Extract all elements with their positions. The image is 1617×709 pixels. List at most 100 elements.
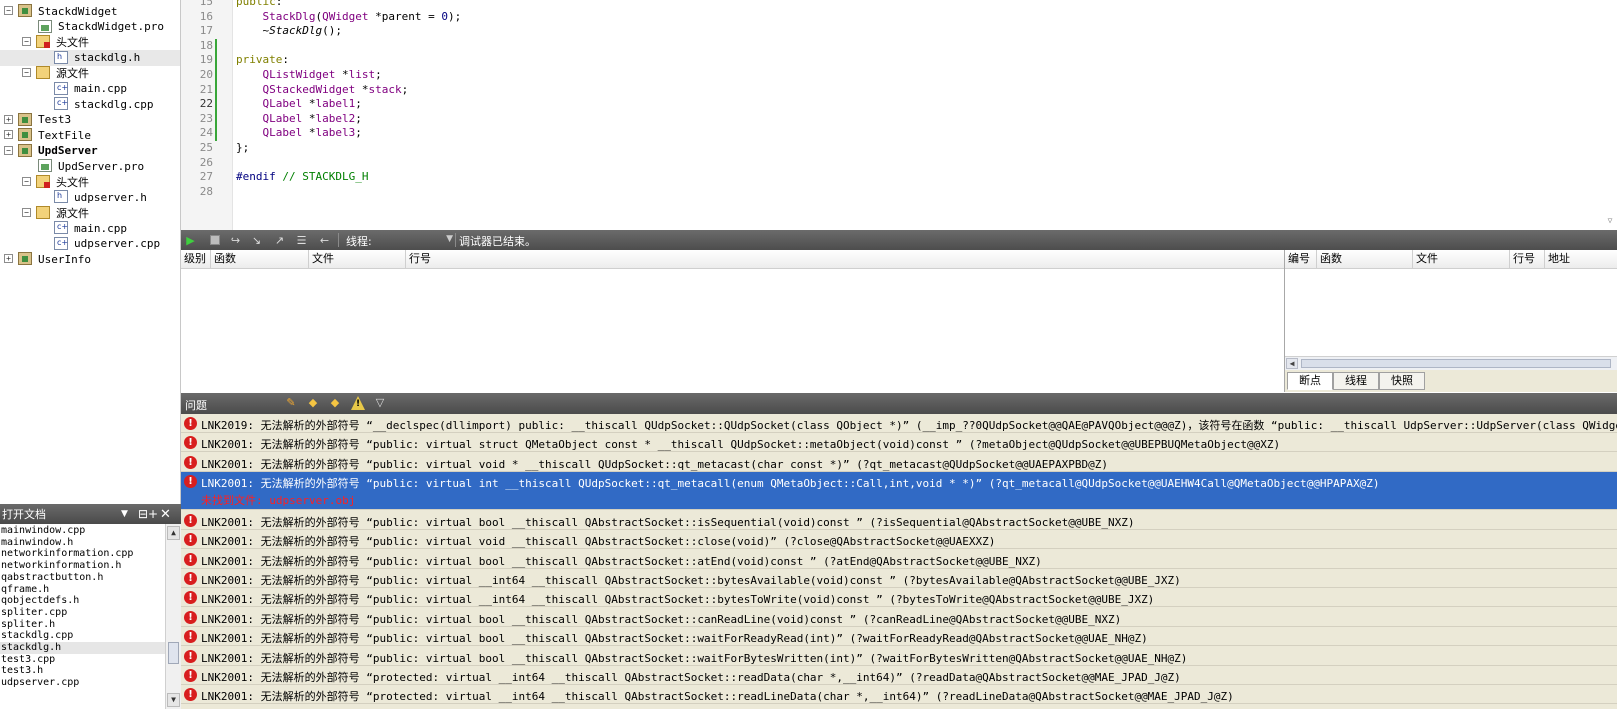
scroll-down-icon[interactable]: ▼ xyxy=(167,693,180,707)
column-header-line[interactable]: 行号 xyxy=(1510,250,1545,269)
tree-item[interactable]: − 头文件 xyxy=(0,174,183,190)
collapse-icon[interactable]: − xyxy=(22,207,31,217)
code-line[interactable]: ~StackDlg(); xyxy=(236,24,342,37)
issue-row[interactable]: ! LNK2001: 无法解析的外部符号 “public: virtual boo… xyxy=(181,550,1617,569)
column-header-file[interactable]: 文件 xyxy=(309,250,406,269)
open-document-item[interactable]: networkinformation.h xyxy=(0,560,165,572)
tree-item[interactable]: + UserInfo xyxy=(0,251,183,267)
open-document-item[interactable]: udpserver.cpp xyxy=(0,677,165,689)
code-line[interactable]: QLabel *label3; xyxy=(236,126,362,139)
breakpoints-view[interactable]: 编号 函数 文件 行号 地址 ◀ 断点 线程 快照 xyxy=(1284,250,1617,392)
issue-row[interactable]: ! LNK2019: 无法解析的外部符号 “__declspec(dllimpor… xyxy=(181,414,1617,433)
code-line[interactable]: QStackedWidget *stack; xyxy=(236,83,409,96)
issue-row[interactable]: ! LNK2001: 无法解析的外部符号 “public: virtual str… xyxy=(181,433,1617,453)
expand-icon[interactable]: + xyxy=(4,114,13,124)
issue-row[interactable]: ! LNK2001: 无法解析的外部符号 “public: virtual voi… xyxy=(181,453,1617,472)
open-document-item[interactable]: stackdlg.cpp xyxy=(0,630,165,642)
tree-item[interactable]: − UpdServer xyxy=(0,143,183,159)
tree-item[interactable]: h stackdlg.h xyxy=(0,49,183,66)
open-document-item[interactable]: mainwindow.h xyxy=(0,537,165,549)
editor-scrollbar[interactable]: ▽ xyxy=(1603,0,1617,230)
tree-item[interactable]: StackdWidget.pro xyxy=(0,19,183,35)
scroll-left-icon[interactable]: ◀ xyxy=(1286,358,1298,369)
open-documents-scrollbar[interactable]: ▲ ▼ xyxy=(165,524,181,709)
tree-item[interactable]: + TextFile xyxy=(0,127,183,143)
column-header-number[interactable]: 编号 xyxy=(1285,250,1317,269)
instruction-mode-icon[interactable]: ☰ xyxy=(294,233,309,247)
code-line[interactable]: QLabel *label2; xyxy=(236,112,362,125)
issue-row[interactable]: ! LNK2001: 无法解析的外部符号 “protected: virtual … xyxy=(181,685,1617,705)
breakpoints-hscrollbar[interactable]: ◀ xyxy=(1285,356,1617,370)
code-line[interactable]: QLabel *label1; xyxy=(236,97,362,110)
column-header-function[interactable]: 函数 xyxy=(211,250,309,269)
stop-icon[interactable] xyxy=(207,233,222,247)
tree-item[interactable]: c+ main.cpp xyxy=(0,220,183,236)
issue-row[interactable]: ! LNK2001: 无法解析的外部符号 “public: virtual boo… xyxy=(181,511,1617,530)
split-icon[interactable]: ⊟+ xyxy=(138,507,158,521)
code-line[interactable]: }; xyxy=(236,141,249,154)
open-document-item[interactable]: test3.cpp xyxy=(0,654,165,666)
issue-row[interactable]: ! LNK2001: 无法解析的外部符号 “public: virtual int… xyxy=(181,472,1617,511)
step-into-icon[interactable]: ↘ xyxy=(249,233,264,247)
tree-item[interactable]: − 源文件 xyxy=(0,65,183,81)
code-line[interactable]: private: xyxy=(236,53,289,66)
continue-icon[interactable]: ▶ xyxy=(183,233,198,247)
code-line[interactable]: QListWidget *list; xyxy=(236,68,382,81)
issue-row[interactable]: ! LNK2001: 无法解析的外部符号 “protected: virtual … xyxy=(181,666,1617,685)
collapse-icon[interactable]: − xyxy=(22,68,31,77)
scroll-up-icon[interactable]: ▲ xyxy=(167,526,180,540)
collapse-icon[interactable]: − xyxy=(4,145,13,155)
tree-item[interactable]: c+ stackdlg.cpp xyxy=(0,96,183,112)
filter-icon[interactable]: ▽ xyxy=(373,396,387,410)
tree-item[interactable]: UpdServer.pro xyxy=(0,158,183,174)
reverse-icon[interactable]: ← xyxy=(317,233,332,247)
issue-row[interactable]: ! LNK2001: 无法解析的外部符号 “public: virtual boo… xyxy=(181,627,1617,647)
code-editor[interactable]: 15 16 17 18 19 20 21 22 23 24 25 26 27 28 public: Sta… xyxy=(181,0,1617,230)
chevron-down-icon[interactable]: ▼ xyxy=(121,509,128,519)
step-out-icon[interactable]: ↗ xyxy=(272,233,287,247)
tab-snapshots[interactable]: 快照 xyxy=(1379,372,1425,390)
issue-row[interactable]: ! LNK2001: 无法解析的外部符号 “public: virtual boo… xyxy=(181,647,1617,666)
tree-item[interactable]: − StackdWidget xyxy=(0,3,183,19)
arrow-right-icon[interactable]: ◆ xyxy=(328,396,342,410)
open-document-item[interactable]: qframe.h xyxy=(0,584,165,596)
expand-icon[interactable]: + xyxy=(4,254,13,263)
issue-row[interactable]: ! LNK2001: 无法解析的外部符号 “public: virtual voi… xyxy=(181,530,1617,550)
step-over-icon[interactable]: ↪ xyxy=(228,233,243,247)
collapse-icon[interactable]: − xyxy=(22,176,31,186)
stack-view[interactable]: 级别 函数 文件 行号 xyxy=(181,250,1285,392)
tab-breakpoints[interactable]: 断点 xyxy=(1287,372,1333,390)
column-header-file[interactable]: 文件 xyxy=(1413,250,1510,269)
tree-item[interactable]: c+ main.cpp xyxy=(0,81,183,97)
expand-icon[interactable]: + xyxy=(4,130,13,139)
open-document-item[interactable]: qobjectdefs.h xyxy=(0,595,165,607)
issue-row[interactable]: ! LNK2001: 无法解析的外部符号 “public: virtual boo… xyxy=(181,608,1617,627)
scroll-down-icon[interactable]: ▽ xyxy=(1604,216,1616,228)
open-document-item[interactable]: qabstractbutton.h xyxy=(0,572,165,584)
tab-threads[interactable]: 线程 xyxy=(1333,372,1379,390)
issues-list[interactable]: ! LNK2019: 无法解析的外部符号 “__declspec(dllimpor… xyxy=(181,414,1617,709)
clear-icon[interactable]: ✎ xyxy=(284,396,298,410)
code-line[interactable]: public: xyxy=(236,0,282,8)
tree-item[interactable]: − 头文件 xyxy=(0,34,183,50)
open-document-item[interactable]: stackdlg.h xyxy=(0,642,165,654)
warning-filter-icon[interactable]: ! xyxy=(351,396,365,410)
close-icon[interactable]: ✕ xyxy=(160,507,171,522)
open-document-item[interactable]: mainwindow.cpp xyxy=(0,525,165,537)
project-tree[interactable]: − StackdWidget StackdWidget.pro − 头文件 h stackd… xyxy=(0,0,183,516)
tree-item[interactable]: h udpserver.h xyxy=(0,189,183,205)
open-documents-list[interactable]: mainwindow.cpp mainwindow.h networkinforma… xyxy=(0,524,165,709)
collapse-icon[interactable]: − xyxy=(4,6,13,15)
collapse-icon[interactable]: − xyxy=(22,37,31,46)
issue-row[interactable]: ! LNK2001: 无法解析的外部符号 “public: virtual __i… xyxy=(181,588,1617,608)
column-header-address[interactable]: 地址 xyxy=(1545,250,1617,269)
code-line[interactable]: StackDlg(QWidget *parent = 0); xyxy=(236,10,462,23)
open-document-item[interactable]: networkinformation.cpp xyxy=(0,548,165,560)
arrow-left-icon[interactable]: ◆ xyxy=(306,396,320,410)
tree-item[interactable]: + Test3 xyxy=(0,112,183,128)
thread-select[interactable]: ▼ xyxy=(376,232,456,248)
tree-item[interactable]: − 源文件 xyxy=(0,205,183,221)
column-header-function[interactable]: 函数 xyxy=(1317,250,1413,269)
open-document-item[interactable]: spliter.cpp xyxy=(0,607,165,619)
open-document-item[interactable]: spliter.h xyxy=(0,619,165,631)
